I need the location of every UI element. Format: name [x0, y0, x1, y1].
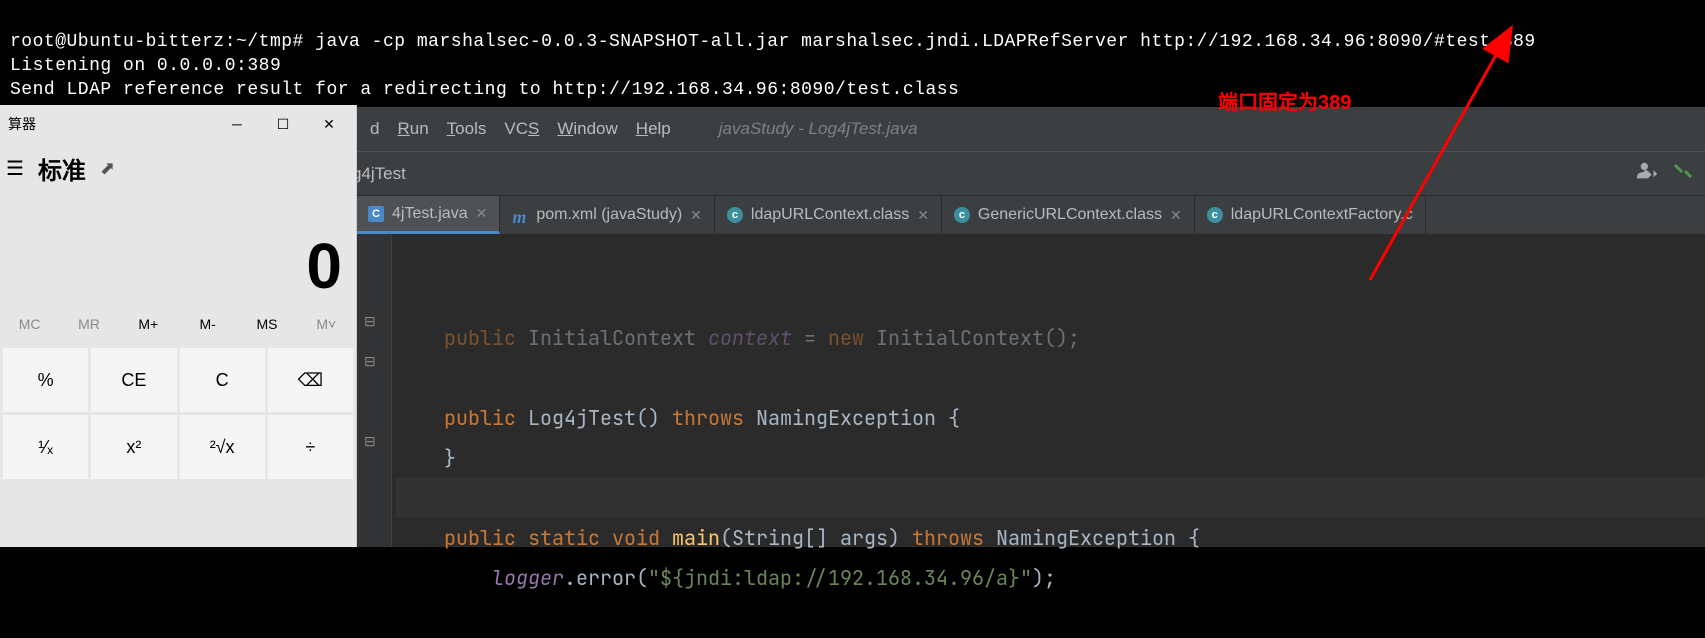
class-file-icon: c [727, 207, 743, 223]
hammer-icon[interactable] [1673, 161, 1693, 186]
tab-pom[interactable]: m pom.xml (javaStudy) ✕ [500, 196, 715, 234]
terminal-output: root@Ubuntu-bitterz:~/tmp# java -cp mars… [0, 0, 1705, 107]
java-class-icon: C [368, 206, 384, 222]
tab-ldapurlcontext[interactable]: c ldapURLContext.class ✕ [715, 196, 942, 234]
terminal-line-2: Listening on 0.0.0.0:389 [10, 56, 281, 76]
gutter: ⊟ ⊟ ⊟ [356, 234, 392, 547]
keep-on-top-icon[interactable]: ⬈ [100, 158, 115, 179]
close-button[interactable]: ✕ [306, 108, 352, 140]
key-percent[interactable]: % [3, 348, 88, 412]
class-file-icon: c [1207, 207, 1223, 223]
tab-ldapurlcontextfactory[interactable]: c ldapURLContextFactory.c [1195, 196, 1426, 234]
tab-label: 4jTest.java [392, 205, 468, 223]
menu-help[interactable]: Help [636, 119, 671, 139]
calculator-title: 算器 [8, 114, 36, 134]
mem-mminus[interactable]: M- [178, 303, 237, 345]
tab-log4jtest[interactable]: C 4jTest.java ✕ [356, 196, 500, 234]
menu-window[interactable]: Window [557, 119, 617, 139]
menu-run[interactable]: Run [397, 119, 428, 139]
fold-icon[interactable]: ⊟ [364, 302, 376, 342]
key-square[interactable]: x² [91, 415, 176, 479]
tab-genericurlcontext[interactable]: c GenericURLContext.class ✕ [942, 196, 1195, 234]
window-title: javaStudy - Log4jTest.java [719, 119, 918, 139]
tab-label: ldapURLContext.class [751, 206, 909, 224]
key-divide[interactable]: ÷ [268, 415, 353, 479]
memory-row: MC MR M+ M- MS M˅ [0, 303, 356, 345]
hamburger-icon[interactable]: ☰ [6, 156, 24, 181]
minimize-button[interactable]: ─ [214, 108, 260, 140]
calculator-display: 0 [0, 193, 356, 303]
tab-label: GenericURLContext.class [978, 206, 1162, 224]
user-icon[interactable] [1637, 162, 1659, 185]
calculator-titlebar[interactable]: 算器 ─ ☐ ✕ [0, 105, 356, 143]
terminal-line-3: Send LDAP reference result for a redirec… [10, 80, 959, 100]
tab-label: ldapURLContextFactory.c [1231, 206, 1413, 224]
menu-build[interactable]: d [370, 119, 379, 139]
menu-vcs[interactable]: VCS [504, 119, 539, 139]
maximize-button[interactable]: ☐ [260, 108, 306, 140]
class-file-icon: c [954, 207, 970, 223]
key-ce[interactable]: CE [91, 348, 176, 412]
code-editor[interactable]: ⊟ ⊟ ⊟ public InitialContext context = ne… [356, 234, 1705, 547]
maven-icon: m [512, 207, 528, 223]
key-inverse[interactable]: ¹⁄ₓ [3, 415, 88, 479]
close-icon[interactable]: ✕ [476, 205, 488, 222]
mem-mr: MR [59, 303, 118, 345]
mem-mplus[interactable]: M+ [119, 303, 178, 345]
close-icon[interactable]: ✕ [690, 207, 702, 224]
calculator-keypad: % CE C ⌫ ¹⁄ₓ x² ²√x ÷ [0, 345, 356, 482]
calculator-window: 算器 ─ ☐ ✕ ☰ 标准 ⬈ 0 MC MR M+ M- MS M˅ % CE… [0, 105, 357, 547]
fold-icon[interactable]: ⊟ [364, 342, 376, 382]
close-icon[interactable]: ✕ [1170, 207, 1182, 224]
mem-mc: MC [0, 303, 59, 345]
mem-ms[interactable]: MS [237, 303, 296, 345]
calculator-mode: 标准 [38, 151, 86, 186]
menu-tools[interactable]: Tools [447, 119, 487, 139]
key-c[interactable]: C [180, 348, 265, 412]
close-icon[interactable]: ✕ [917, 207, 929, 224]
fold-icon[interactable]: ⊟ [364, 422, 376, 462]
annotation-text: 端口固定为389 [1218, 86, 1351, 115]
terminal-line-1: root@Ubuntu-bitterz:~/tmp# java -cp mars… [10, 32, 1536, 52]
breadcrumb[interactable]: g4jTest [352, 164, 406, 184]
key-sqrt[interactable]: ²√x [180, 415, 265, 479]
key-backspace[interactable]: ⌫ [268, 348, 353, 412]
mem-mv: M˅ [297, 303, 356, 345]
tab-label: pom.xml (javaStudy) [536, 206, 682, 224]
